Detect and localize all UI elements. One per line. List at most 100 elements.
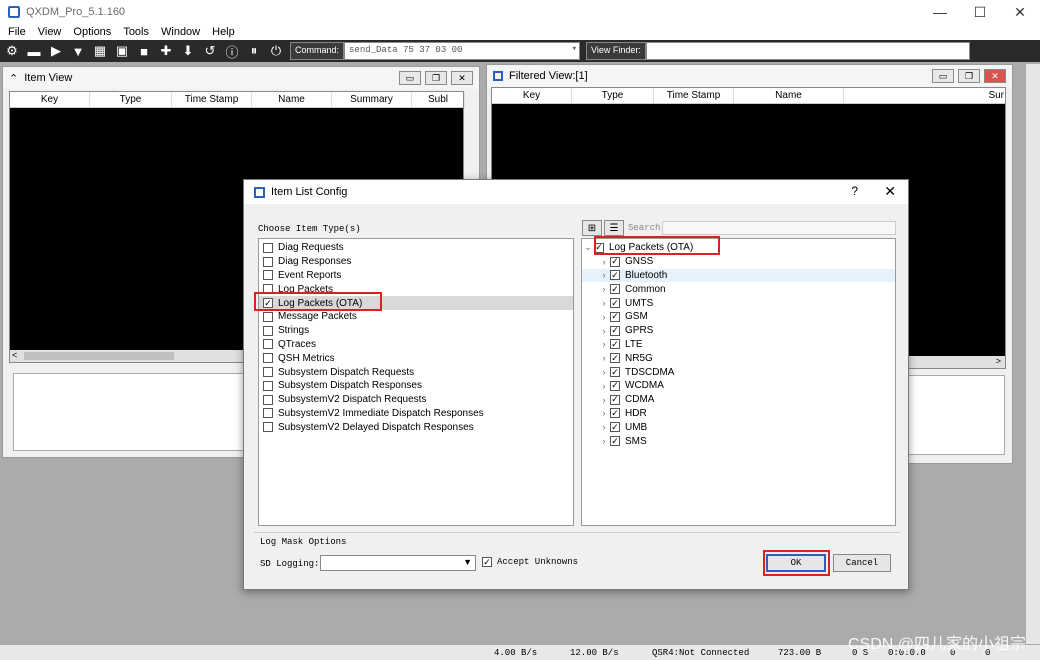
filtered-view-minimize-button[interactable]: ▭ [932, 69, 954, 83]
accept-unknowns-option[interactable]: ✓ Accept Unknowns [482, 557, 578, 567]
info-icon[interactable]: ⓘ [222, 42, 242, 60]
filtered-view-restore-button[interactable]: ❐ [958, 69, 980, 83]
column-header[interactable]: Key [492, 88, 572, 103]
menu-options[interactable]: Options [67, 26, 117, 38]
tree-child-row[interactable]: › ✓ UMB [582, 420, 895, 434]
chevron-right-icon[interactable]: › [598, 408, 610, 418]
help-button[interactable]: ? [851, 184, 858, 198]
chevron-right-icon[interactable]: › [598, 284, 610, 294]
item-type-row[interactable]: SubsystemV2 Dispatch Requests [259, 393, 573, 407]
chevron-right-icon[interactable]: › [598, 298, 610, 308]
pause-icon[interactable]: ⏸ [244, 42, 264, 60]
item-type-row[interactable]: Subsystem Dispatch Requests [259, 365, 573, 379]
scroll-left-icon[interactable]: < [12, 350, 17, 360]
menu-view[interactable]: View [32, 26, 68, 38]
chevron-right-icon[interactable]: › [598, 353, 610, 363]
checkbox[interactable] [263, 339, 273, 350]
tree-child-row[interactable]: › ✓ LTE [582, 338, 895, 352]
chevron-right-icon[interactable]: › [598, 422, 610, 432]
item-view-minimize-button[interactable]: ▭ [399, 71, 421, 85]
connect-icon[interactable]: ⚙ [2, 42, 22, 60]
column-header[interactable]: Key [10, 92, 90, 107]
tree-child-row[interactable]: › ✓ UMTS [582, 296, 895, 310]
close-button[interactable]: ✕ [1000, 0, 1040, 24]
tree-child-row[interactable]: › ✓ GPRS [582, 324, 895, 338]
column-header[interactable]: Name [734, 88, 844, 103]
chevron-down-icon[interactable]: ▾ [572, 44, 577, 54]
log-packet-tree[interactable]: ⌄ ✓ Log Packets (OTA) › ✓ GNSS › ✓ Bluetooth ›… [581, 238, 896, 526]
checkbox[interactable] [263, 408, 273, 419]
chevron-right-icon[interactable]: › [598, 270, 610, 280]
checkbox[interactable] [263, 256, 273, 267]
reset-icon[interactable]: ↺ [200, 42, 220, 60]
checkbox-checked[interactable]: ✓ [610, 353, 620, 364]
maximize-button[interactable]: ☐ [960, 0, 1000, 24]
item-type-row[interactable]: Strings [259, 324, 573, 338]
power-icon[interactable]: ⏻ [266, 42, 286, 60]
item-type-row[interactable]: Event Reports [259, 269, 573, 283]
checkbox[interactable] [263, 353, 273, 364]
checkbox-checked[interactable]: ✓ [610, 408, 620, 419]
list-view-icon[interactable]: ☰ [604, 220, 624, 236]
checkbox-checked[interactable]: ✓ [610, 325, 620, 336]
tree-child-row[interactable]: › ✓ TDSCDMA [582, 365, 895, 379]
tree-child-row[interactable]: › ✓ Bluetooth [582, 268, 895, 283]
tree-child-row[interactable]: › ✓ HDR [582, 407, 895, 421]
checkbox[interactable] [263, 311, 273, 322]
sd-logging-select[interactable]: ▼ [320, 555, 476, 571]
filtered-detail-pane[interactable] [907, 375, 1005, 455]
scrollbar-thumb[interactable] [24, 352, 174, 360]
checkbox-checked[interactable]: ✓ [610, 311, 620, 322]
item-type-row[interactable]: Subsystem Dispatch Responses [259, 379, 573, 393]
menu-window[interactable]: Window [155, 26, 206, 38]
column-header[interactable]: Summary [332, 92, 412, 107]
column-header[interactable]: Sur [844, 88, 1004, 103]
checkbox-checked[interactable]: ✓ [610, 380, 620, 391]
checkbox[interactable] [263, 242, 273, 253]
checkbox-checked[interactable]: ✓ [610, 394, 620, 405]
checkbox-checked[interactable]: ✓ [610, 367, 620, 378]
column-header[interactable]: Time Stamp [654, 88, 734, 103]
item-view-close-button[interactable]: ✕ [451, 71, 473, 85]
column-header[interactable]: Time Stamp [172, 92, 252, 107]
item-type-row[interactable]: SubsystemV2 Delayed Dispatch Responses [259, 420, 573, 434]
tree-view-icon[interactable]: ⊞ [582, 220, 602, 236]
menu-help[interactable]: Help [206, 26, 241, 38]
checkbox-checked[interactable]: ✓ [610, 256, 620, 267]
play-icon[interactable]: ▶ [46, 42, 66, 60]
item-type-row[interactable]: SubsystemV2 Immediate Dispatch Responses [259, 407, 573, 421]
column-header[interactable]: Subl [412, 92, 465, 107]
accept-unknowns-checkbox[interactable]: ✓ [482, 557, 492, 567]
checkbox-checked[interactable]: ✓ [610, 270, 620, 281]
download-icon[interactable]: ⬇ [178, 42, 198, 60]
chevron-right-icon[interactable]: › [598, 257, 610, 267]
menu-file[interactable]: File [2, 26, 32, 38]
checkbox[interactable] [263, 325, 273, 336]
column-header[interactable]: Name [252, 92, 332, 107]
checkbox-checked[interactable]: ✓ [610, 298, 620, 309]
item-type-row[interactable]: Message Packets [259, 310, 573, 324]
filtered-view-close-button[interactable]: ✕ [984, 69, 1006, 83]
checkbox-checked[interactable]: ✓ [610, 284, 620, 295]
nv-icon[interactable]: ▣ [112, 42, 132, 60]
checkbox[interactable] [263, 367, 273, 378]
add-icon[interactable]: ✚ [156, 42, 176, 60]
checkbox[interactable] [263, 394, 273, 405]
dialog-close-button[interactable]: ✕ [884, 183, 896, 200]
checkbox[interactable] [263, 270, 273, 281]
vertical-scrollbar[interactable] [1026, 64, 1040, 644]
checkbox-checked[interactable]: ✓ [610, 422, 620, 433]
minimize-button[interactable]: — [920, 0, 960, 24]
checkbox[interactable] [263, 422, 273, 433]
chevron-right-icon[interactable]: › [598, 381, 610, 391]
column-header[interactable]: Type [572, 88, 654, 103]
config-icon[interactable]: ▦ [90, 42, 110, 60]
chevron-right-icon[interactable]: › [598, 312, 610, 322]
save-icon[interactable]: ■ [134, 42, 154, 60]
menu-tools[interactable]: Tools [117, 26, 155, 38]
column-header[interactable]: Type [90, 92, 172, 107]
chevron-right-icon[interactable]: › [598, 436, 610, 446]
chevron-right-icon[interactable]: › [598, 395, 610, 405]
dropdown-arrow-icon[interactable]: ▼ [463, 557, 472, 567]
item-type-row[interactable]: QSH Metrics [259, 351, 573, 365]
